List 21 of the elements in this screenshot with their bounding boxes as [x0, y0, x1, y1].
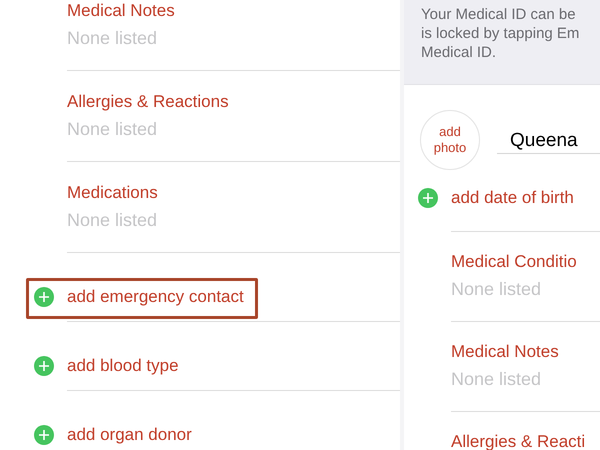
field-label: Allergies & Reactions [67, 91, 230, 113]
add-link[interactable]: add date of birth [451, 187, 574, 209]
add-link[interactable]: add organ donor [67, 424, 192, 446]
plus-icon[interactable] [418, 188, 438, 208]
field-value: None listed [67, 209, 158, 232]
field-value: None listed [451, 368, 542, 391]
field-label: Medications [67, 182, 159, 204]
plus-icon[interactable] [34, 425, 54, 445]
field-value: None listed [67, 27, 158, 50]
field-label: Medical Notes [67, 0, 176, 22]
info-text: Your Medical ID can be is locked by tapping Em Medical ID. [404, 0, 600, 85]
plus-icon[interactable] [34, 287, 54, 307]
field-label: Medical Notes [451, 341, 560, 363]
add-link[interactable]: add emergency contact [67, 286, 244, 308]
plus-icon[interactable] [34, 356, 54, 376]
add-link[interactable]: add blood type [67, 355, 179, 377]
field-value: None listed [67, 118, 158, 141]
add-photo-button[interactable]: add photo [420, 110, 480, 170]
name-field[interactable]: Queena [497, 128, 600, 154]
field-label: Medical Conditio [451, 251, 578, 273]
field-value: None listed [451, 278, 542, 301]
